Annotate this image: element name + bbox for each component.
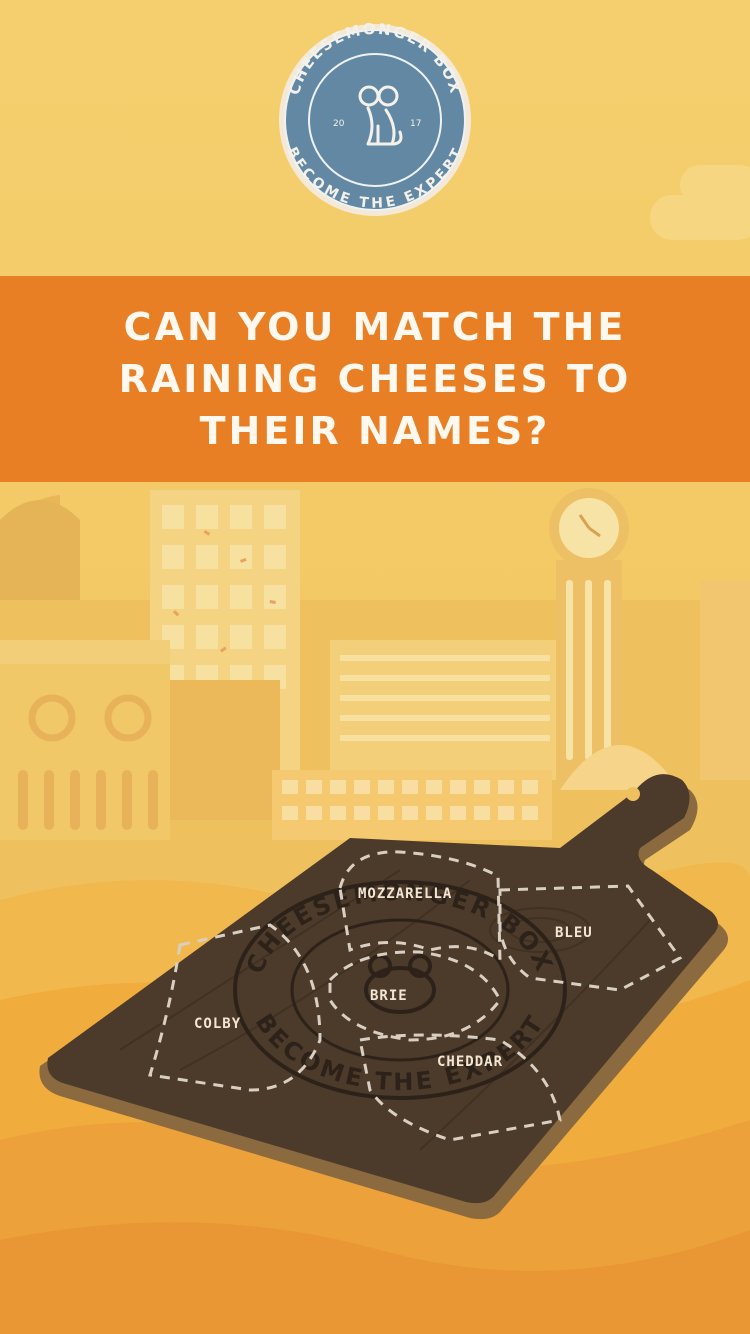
title-banner: Can you match the raining cheeses to the… xyxy=(0,276,750,482)
zone-label-brie: BRIE xyxy=(370,988,408,1004)
zone-label-colby: COLBY xyxy=(194,1016,242,1032)
page-title: Can you match the raining cheeses to the… xyxy=(118,305,632,453)
zone-label-cheddar: CHEDDAR xyxy=(437,1054,504,1070)
logo-year-right: 17 xyxy=(410,119,421,129)
zone-label-mozzarella: MOZZARELLA xyxy=(358,886,453,902)
game-stage: CHEESEMONGER BOX BECOME THE EXPERT CHEES… xyxy=(0,0,750,1334)
cheesemonger-box-logo: CHEESEMONGER BOX BECOME THE EXPERT 20 17 xyxy=(279,20,471,216)
logo-year-left: 20 xyxy=(333,119,345,129)
scene-background: CHEESEMONGER BOX BECOME THE EXPERT CHEES… xyxy=(0,0,750,1334)
zone-label-bleu: BLEU xyxy=(555,925,593,941)
